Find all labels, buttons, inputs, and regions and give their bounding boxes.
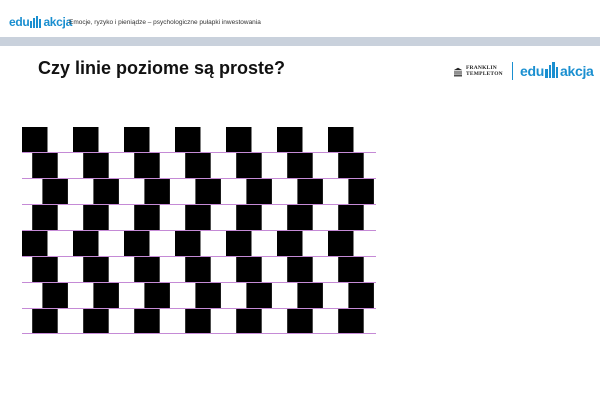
illusion-tile <box>32 309 58 334</box>
partner-name-line2: TEMPLETON <box>466 71 503 77</box>
illusion-tile <box>236 205 262 230</box>
mortar-line <box>22 333 376 334</box>
illusion-tile <box>22 127 48 152</box>
illusion-tile <box>124 231 150 256</box>
illusion-tile <box>83 309 109 334</box>
illusion-tile <box>185 153 211 178</box>
illusion-tile <box>124 127 150 152</box>
illusion-tile <box>83 153 109 178</box>
illusion-tile <box>226 231 252 256</box>
mortar-line <box>22 204 376 205</box>
illusion-tile <box>144 283 170 308</box>
illusion-tile <box>32 153 58 178</box>
illusion-tile <box>328 231 354 256</box>
illusion-tile <box>175 127 201 152</box>
breadcrumb: Emocje, ryzyko i pieniądze – psychologic… <box>69 19 261 26</box>
cafe-wall-illusion <box>22 127 376 334</box>
logo-text-right: akcja <box>560 63 594 79</box>
illusion-tile <box>277 231 303 256</box>
illusion-tile <box>22 231 48 256</box>
slide-title: Czy linie poziome są proste? <box>38 58 286 78</box>
edukacja-logo-large[interactable]: edu akcja <box>520 62 594 78</box>
illusion-tile <box>236 153 262 178</box>
illusion-tile <box>185 309 211 334</box>
illusion-tile <box>246 179 272 204</box>
illusion-tile <box>134 205 160 230</box>
mortar-line <box>22 308 376 309</box>
mortar-line <box>22 152 376 153</box>
illusion-tile <box>338 257 364 282</box>
illusion-tile <box>236 309 262 334</box>
illusion-tile <box>348 179 374 204</box>
illusion-tile <box>185 205 211 230</box>
mortar-line <box>22 256 376 257</box>
illusion-tile <box>236 257 262 282</box>
illusion-tile <box>175 231 201 256</box>
illusion-tile <box>297 283 323 308</box>
illusion-tile <box>287 153 313 178</box>
partner-name: FRANKLIN TEMPLETON <box>466 66 503 77</box>
illusion-tile <box>287 205 313 230</box>
illusion-tile <box>328 127 354 152</box>
illusion-tile <box>195 179 221 204</box>
top-bar <box>0 0 600 36</box>
illusion-tile <box>42 179 68 204</box>
illusion-tile <box>42 283 68 308</box>
illusion-tile <box>144 179 170 204</box>
illusion-tile <box>277 127 303 152</box>
illusion-tile <box>287 309 313 334</box>
mortar-line <box>22 282 376 283</box>
temple-icon <box>454 67 462 77</box>
bar-chart-icon <box>30 16 42 28</box>
illusion-tile <box>73 231 99 256</box>
illusion-tile <box>338 153 364 178</box>
logo-text-left: edu <box>520 63 544 79</box>
edukacja-logo-small[interactable]: edu akcja <box>9 16 72 28</box>
illusion-tile <box>134 309 160 334</box>
illusion-tile <box>185 257 211 282</box>
franklin-templeton-logo: FRANKLIN TEMPLETON <box>453 63 503 81</box>
illusion-tile <box>73 127 99 152</box>
illusion-tile <box>348 283 374 308</box>
illusion-tile <box>246 283 272 308</box>
header-strip <box>0 37 600 46</box>
logo-text-left: edu <box>9 15 30 29</box>
mortar-line <box>22 230 376 231</box>
illusion-tile <box>93 179 119 204</box>
illusion-tile <box>134 257 160 282</box>
mortar-line <box>22 178 376 179</box>
illusion-tile <box>226 127 252 152</box>
illusion-tile <box>195 283 221 308</box>
illusion-tile <box>32 205 58 230</box>
bar-chart-icon <box>545 62 559 78</box>
logo-text-right: akcja <box>43 15 72 29</box>
illusion-tile <box>297 179 323 204</box>
illusion-tile <box>83 205 109 230</box>
illusion-tile <box>93 283 119 308</box>
illusion-tile <box>83 257 109 282</box>
logo-divider <box>512 62 513 80</box>
illusion-tile <box>287 257 313 282</box>
illusion-tile <box>338 309 364 334</box>
illusion-tile <box>32 257 58 282</box>
illusion-tile <box>134 153 160 178</box>
illusion-tile <box>338 205 364 230</box>
